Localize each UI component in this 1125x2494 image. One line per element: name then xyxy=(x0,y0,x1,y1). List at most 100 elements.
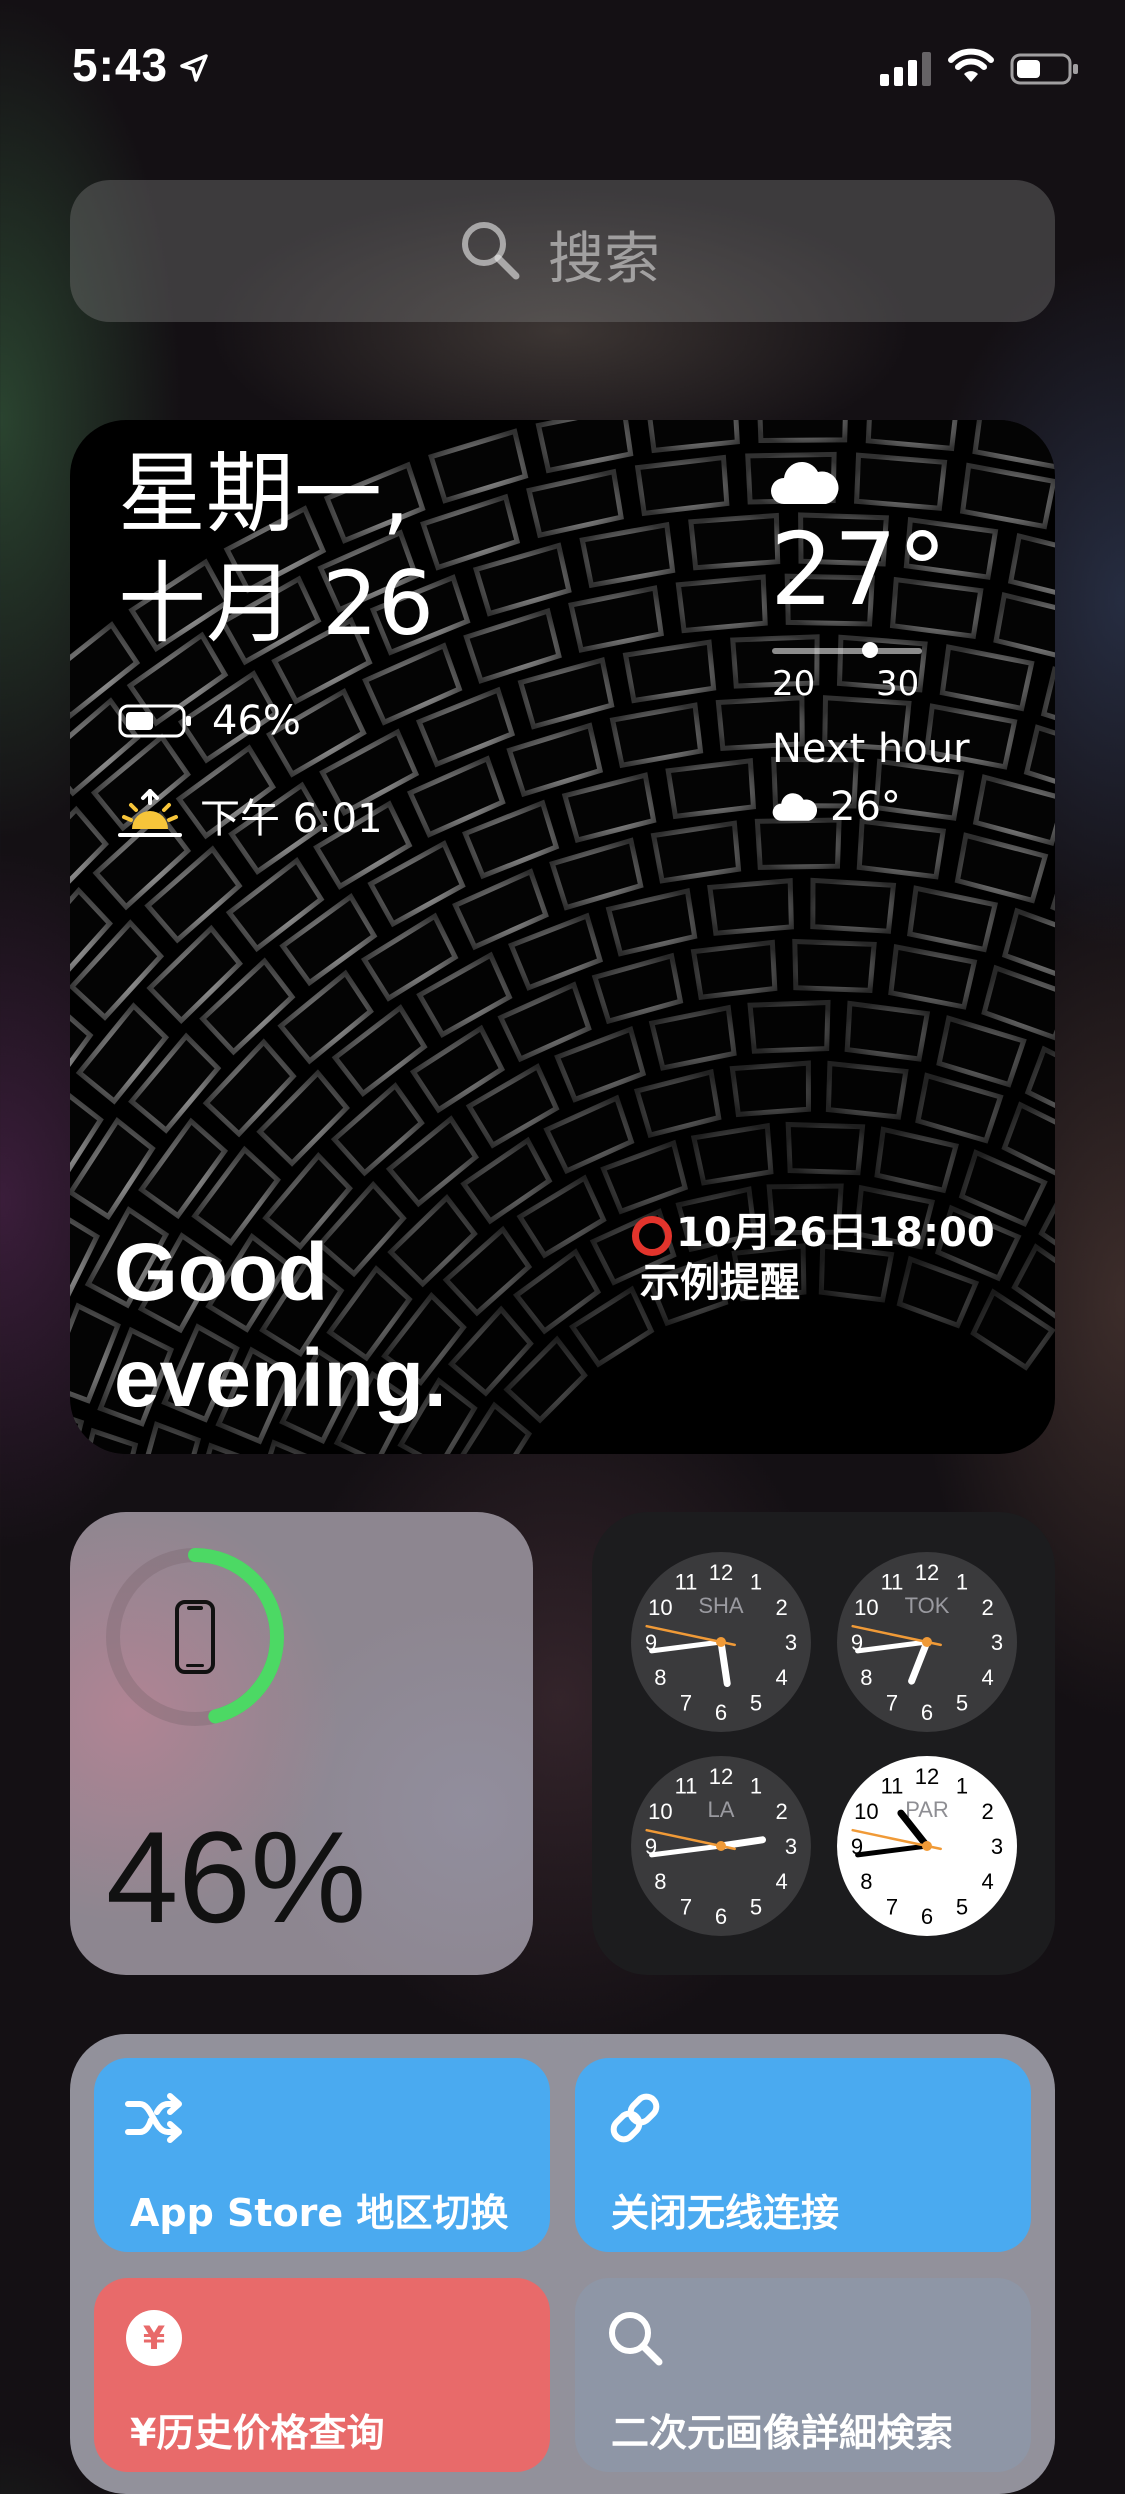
clock-number: 12 xyxy=(709,1764,733,1789)
clock-number: 8 xyxy=(860,1665,872,1690)
clock-city-label: TOK xyxy=(905,1593,950,1618)
clock-number: 11 xyxy=(675,1773,698,1798)
clock-number: 7 xyxy=(680,1691,692,1716)
sunset-icon xyxy=(118,789,182,837)
clock-number: 4 xyxy=(775,1665,787,1690)
clock-number: 7 xyxy=(886,1691,898,1716)
clock-sha: 1234567891011 12SHA xyxy=(631,1552,811,1732)
wifi-icon xyxy=(948,48,994,82)
clock-number: 8 xyxy=(654,1869,666,1894)
clock-number: 3 xyxy=(785,1834,797,1859)
temperature-range-bar xyxy=(772,648,922,654)
clock-number: 11 xyxy=(675,1569,698,1594)
location-arrow-icon xyxy=(180,54,208,82)
clock-center-pin xyxy=(922,1637,932,1647)
clock-number: 4 xyxy=(981,1869,993,1894)
shortcut-label: ¥历史价格查询 xyxy=(130,2411,385,2455)
clock-number: 6 xyxy=(715,1700,727,1725)
sunset-time: 下午 6:01 xyxy=(200,796,383,842)
clock-number: 2 xyxy=(775,1799,787,1824)
clock-number: 6 xyxy=(715,1904,727,1929)
next-hour-forecast: 26° xyxy=(772,784,901,830)
clock-number: 5 xyxy=(956,1895,968,1920)
cellular-signal-icon xyxy=(880,52,931,86)
clock-number: 10 xyxy=(854,1595,878,1620)
clock-number: 1 xyxy=(750,1773,762,1798)
clock-number: 12 xyxy=(915,1560,939,1585)
clock-number: 11 xyxy=(881,1773,904,1798)
clock-city-label: LA xyxy=(708,1797,735,1822)
clock-number: 4 xyxy=(981,1665,993,1690)
clock-number: 3 xyxy=(991,1834,1003,1859)
status-time: 5:43 xyxy=(72,39,169,91)
clock-number: 6 xyxy=(921,1904,933,1929)
shortcut-price-history[interactable]: ¥ ¥历史价格查询 xyxy=(94,2278,550,2472)
clock-city-label: PAR xyxy=(905,1797,949,1822)
greeting-line-2: evening. xyxy=(114,1333,447,1424)
next-hour-temperature: 26° xyxy=(830,784,901,830)
battery-status-icon xyxy=(1010,53,1078,85)
clock-number: 5 xyxy=(750,1691,762,1716)
clock-number: 12 xyxy=(915,1764,939,1789)
iphone-icon xyxy=(175,1600,215,1674)
shuffle-icon xyxy=(125,2093,182,2143)
clock-number: 8 xyxy=(860,1869,872,1894)
battery-percent: 46% xyxy=(106,1804,367,1950)
temperature-low: 20 xyxy=(772,664,816,704)
clock-center-pin xyxy=(716,1841,726,1851)
shortcut-appstore-region[interactable]: App Store 地区切换 xyxy=(94,2058,550,2252)
clock-city-label: SHA xyxy=(698,1593,744,1618)
clock-number: 1 xyxy=(956,1569,968,1594)
shortcut-anime-image-search[interactable]: 二次元画像詳細検索 xyxy=(575,2278,1031,2472)
clock-number: 10 xyxy=(648,1799,672,1824)
battery-widget[interactable]: 46% xyxy=(70,1512,533,1975)
battery-ring xyxy=(106,1548,284,1726)
clock-tok: 1234567891011 12TOK xyxy=(837,1552,1017,1732)
clock-center-pin xyxy=(716,1637,726,1647)
battery-percent-label: 46% xyxy=(212,698,301,744)
clock-number: 2 xyxy=(981,1595,993,1620)
clock-number: 7 xyxy=(680,1895,692,1920)
svg-text:¥: ¥ xyxy=(143,2319,165,2357)
clock-number: 8 xyxy=(654,1665,666,1690)
clock-la: 1234567891011 12LA xyxy=(631,1756,811,1936)
yen-icon: ¥ xyxy=(126,2310,182,2366)
battery-row: 46% xyxy=(118,698,301,744)
clock-number: 6 xyxy=(921,1700,933,1725)
current-temperature: 27° xyxy=(770,511,948,628)
cloud-small-icon xyxy=(772,793,818,821)
shortcut-label: 关闭无线连接 xyxy=(611,2191,840,2235)
clock-number: 5 xyxy=(750,1895,762,1920)
clock-number: 10 xyxy=(854,1799,878,1824)
clock-number: 7 xyxy=(886,1895,898,1920)
clock-number: 1 xyxy=(750,1569,762,1594)
reminder-datetime: 10月26日18:00 xyxy=(676,1210,995,1256)
date-day: 十月 26 xyxy=(118,552,434,655)
clock-number: 2 xyxy=(981,1799,993,1824)
shortcuts-widget: App Store 地区切换 关闭无线连接 ¥ ¥历史价格查询 二次元画像詳細検… xyxy=(70,2034,1055,2494)
photo-date-weather-widget[interactable]: 星期一, 十月 26 46% 下午 6:01 27° 20 30 Next ho… xyxy=(70,420,1055,1454)
greeting: Good evening. xyxy=(114,1220,447,1432)
clock-number: 1 xyxy=(956,1773,968,1798)
sunset-row: 下午 6:01 xyxy=(118,786,383,844)
shortcut-label: App Store 地区切换 xyxy=(130,2191,509,2235)
search-placeholder: 搜索 xyxy=(548,227,660,292)
clock-number: 5 xyxy=(956,1691,968,1716)
link-icon xyxy=(610,2093,660,2143)
next-hour-label: Next hour xyxy=(772,726,970,772)
cloud-icon xyxy=(771,462,839,504)
clock-number: 3 xyxy=(785,1630,797,1655)
clock-number: 11 xyxy=(881,1569,904,1594)
reminder-circle-icon xyxy=(632,1216,672,1256)
temperature-indicator xyxy=(862,642,878,658)
temperature-high: 30 xyxy=(876,664,920,704)
greeting-line-1: Good xyxy=(114,1227,329,1318)
clock-center-pin xyxy=(922,1841,932,1851)
date-weekday: 星期一, xyxy=(118,442,410,545)
search-icon xyxy=(462,222,520,280)
shortcut-disable-wireless[interactable]: 关闭无线连接 xyxy=(575,2058,1031,2252)
reminder[interactable]: 10月26日18:00 示例提醒 xyxy=(632,1208,995,1308)
search-icon xyxy=(609,2312,663,2366)
world-clock-widget[interactable]: 1 2 3 4 5 6 7 8 9 10 11 12 SHA 1 2 3 4 5 6 7 8 9 10 11 12 TOK 12… xyxy=(592,1512,1055,1975)
reminder-title: 示例提醒 xyxy=(640,1260,800,1306)
